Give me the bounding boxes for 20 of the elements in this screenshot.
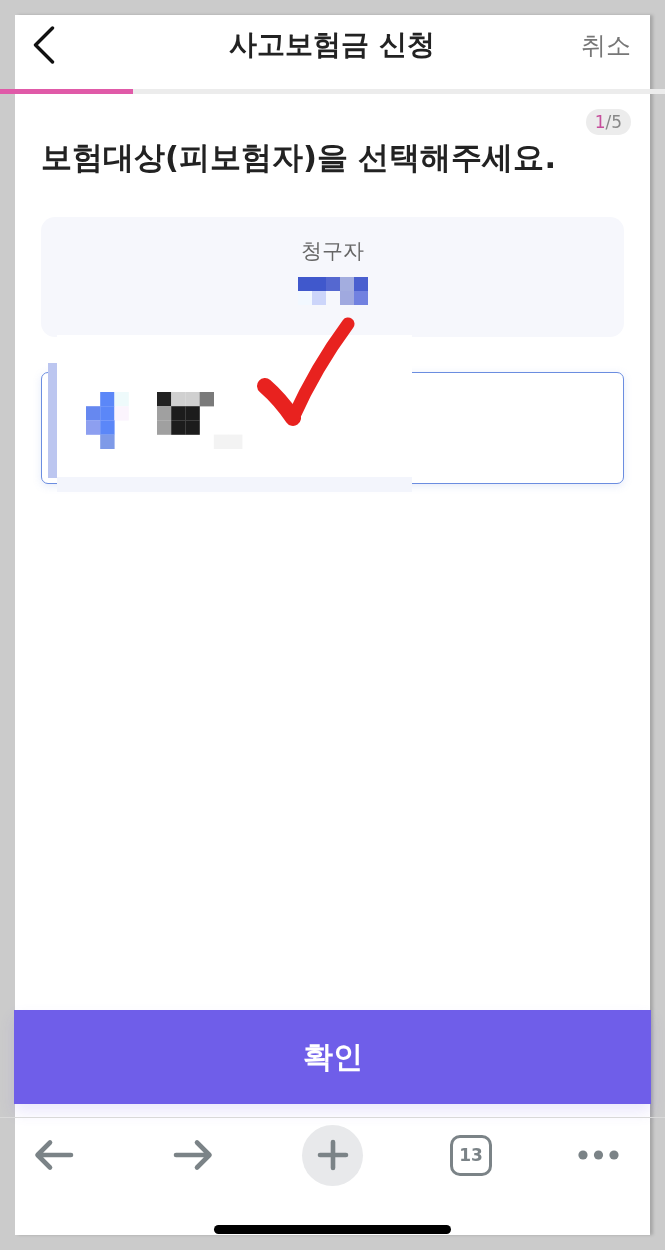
page-title: 사고보험금 신청 [229,27,435,63]
step-current: 1 [594,112,606,132]
question-heading: 보험대상(피보험자)을 선택해주세요. [41,139,558,177]
chevron-left-icon [33,26,55,64]
checkmark-icon [255,315,357,429]
option-card[interactable]: 청구자 [41,217,624,337]
tabs-button[interactable]: 13 [450,1134,492,1176]
step-total: /5 [605,112,622,132]
browser-back-button[interactable] [33,1139,74,1171]
confirm-button[interactable]: 확인 [14,1010,651,1104]
more-icon [577,1150,619,1160]
cancel-button[interactable]: 취소 [581,28,631,62]
plus-icon [316,1139,349,1171]
more-button[interactable] [577,1150,619,1160]
browser-forward-button[interactable] [172,1139,213,1171]
arrow-right-icon [172,1139,213,1171]
pixelated-name-drawing [297,277,368,305]
back-button[interactable] [33,26,55,64]
arrow-left-icon [33,1139,74,1171]
option-label: 청구자 [301,238,364,265]
